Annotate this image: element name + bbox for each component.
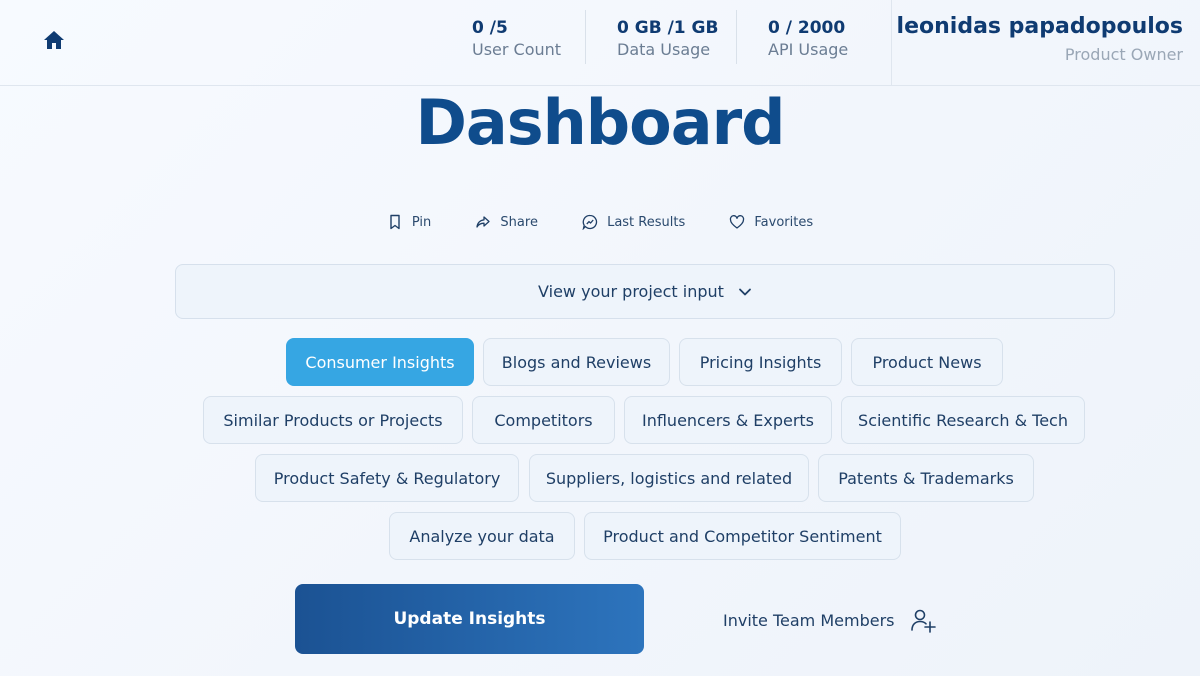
project-input-dropdown[interactable]: View your project input	[175, 264, 1115, 319]
invite-label: Invite Team Members	[723, 610, 895, 630]
api-usage-value: 0 / 2000	[768, 18, 846, 38]
category-blogs-and-reviews[interactable]: Blogs and Reviews	[483, 338, 670, 386]
data-usage-value: 0 GB /1 GB	[617, 18, 719, 38]
stat-divider	[585, 10, 586, 64]
action-bar: Pin Share Last Results Favorites	[0, 214, 1200, 234]
top-bar: 0 /5 User Count 0 GB /1 GB Data Usage 0 …	[0, 0, 1200, 86]
category-suppliers-logistics[interactable]: Suppliers, logistics and related	[529, 454, 809, 502]
user-role: Product Owner	[1064, 45, 1183, 64]
heart-icon	[730, 215, 745, 229]
last-results-label: Last Results	[607, 214, 686, 230]
category-product-competitor-sentiment[interactable]: Product and Competitor Sentiment	[584, 512, 901, 560]
bookmark-icon	[390, 214, 400, 230]
home-icon[interactable]	[42, 28, 66, 52]
page-title: Dashboard	[415, 86, 785, 159]
category-similar-products[interactable]: Similar Products or Projects	[203, 396, 463, 444]
pin-label: Pin	[411, 214, 432, 230]
invite-team-members-button[interactable]: Invite Team Members	[723, 604, 937, 636]
project-input-label: View your project input	[538, 282, 724, 301]
category-scientific-research[interactable]: Scientific Research & Tech	[841, 396, 1085, 444]
update-insights-button[interactable]: Update Insights	[295, 584, 644, 654]
user-name[interactable]: leonidas papadopoulos	[897, 14, 1183, 39]
favorites-label: Favorites	[754, 214, 814, 230]
stat-divider	[736, 10, 737, 64]
chart-bubble-icon	[582, 214, 598, 230]
user-count-value: 0 /5	[472, 18, 508, 38]
category-pricing-insights[interactable]: Pricing Insights	[679, 338, 842, 386]
share-label: Share	[500, 214, 538, 230]
last-results-button[interactable]: Last Results	[582, 214, 685, 230]
share-icon	[476, 216, 491, 228]
share-button[interactable]: Share	[475, 214, 538, 230]
api-usage-label: API Usage	[768, 40, 849, 59]
category-competitors[interactable]: Competitors	[472, 396, 615, 444]
category-analyze-your-data[interactable]: Analyze your data	[389, 512, 575, 560]
category-patents-trademarks[interactable]: Patents & Trademarks	[818, 454, 1034, 502]
chevron-down-icon	[739, 288, 751, 295]
category-product-news[interactable]: Product News	[851, 338, 1003, 386]
category-consumer-insights[interactable]: Consumer Insights	[286, 338, 474, 386]
pin-button[interactable]: Pin	[387, 214, 431, 230]
category-influencers-experts[interactable]: Influencers & Experts	[624, 396, 832, 444]
data-usage-label: Data Usage	[617, 40, 711, 59]
category-product-safety[interactable]: Product Safety & Regulatory	[255, 454, 519, 502]
user-count-label: User Count	[472, 40, 562, 59]
favorites-button[interactable]: Favorites	[729, 214, 813, 230]
add-user-icon	[910, 609, 936, 633]
user-divider	[891, 0, 892, 85]
